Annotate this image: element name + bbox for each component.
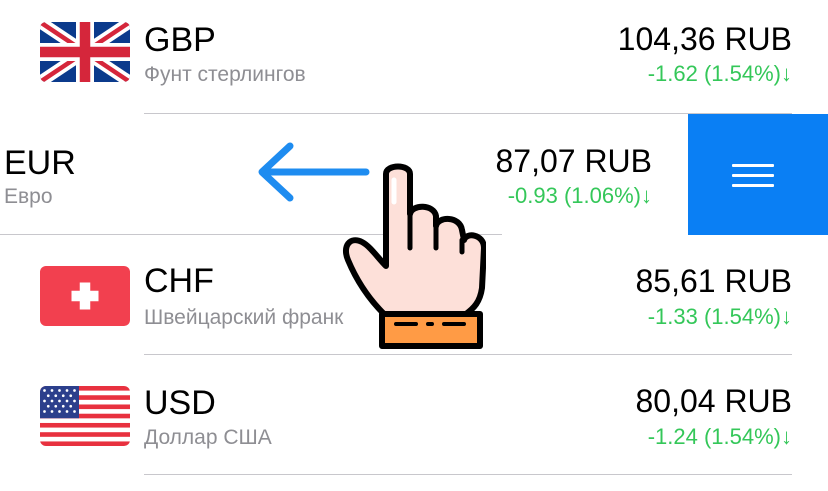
swiss-flag-icon xyxy=(40,266,130,326)
currency-row-gbp[interactable]: GBP Фунт стерлингов 104,36 RUB -1.62 (1.… xyxy=(0,0,828,120)
rate-change: -1.24 (1.54%)↓ xyxy=(647,424,792,449)
us-flag-icon xyxy=(40,386,130,446)
rate-change: -1.62 (1.54%)↓ xyxy=(647,61,792,86)
exchange-rate: 80,04 RUB xyxy=(635,383,792,419)
menu-icon xyxy=(732,164,774,194)
currency-name: Доллар США xyxy=(144,426,272,449)
reorder-menu-button[interactable] xyxy=(680,114,828,235)
currency-list-screen: GBP Фунт стерлингов 104,36 RUB -1.62 (1.… xyxy=(0,0,828,491)
uk-flag-icon xyxy=(40,22,130,82)
currency-code: CHF xyxy=(144,262,214,300)
rate-change: -0.93 (1.06%)↓ xyxy=(507,183,652,208)
currency-code: GBP xyxy=(144,21,216,59)
currency-code: EUR xyxy=(4,144,76,182)
currency-code: USD xyxy=(144,384,216,422)
pointing-hand-icon xyxy=(336,156,487,357)
exchange-rate: 104,36 RUB xyxy=(617,21,792,57)
currency-name: Фунт стерлингов xyxy=(144,63,306,86)
currency-name: Евро xyxy=(4,185,53,208)
currency-name: Швейцарский франк xyxy=(144,306,344,329)
exchange-rate: 85,61 RUB xyxy=(635,263,792,299)
row-divider xyxy=(144,474,792,475)
rate-change: -1.33 (1.54%)↓ xyxy=(647,304,792,329)
currency-row-usd[interactable]: USD Доллар США 80,04 RUB -1.24 (1.54%)↓ xyxy=(0,355,828,475)
exchange-rate: 87,07 RUB xyxy=(495,143,652,179)
